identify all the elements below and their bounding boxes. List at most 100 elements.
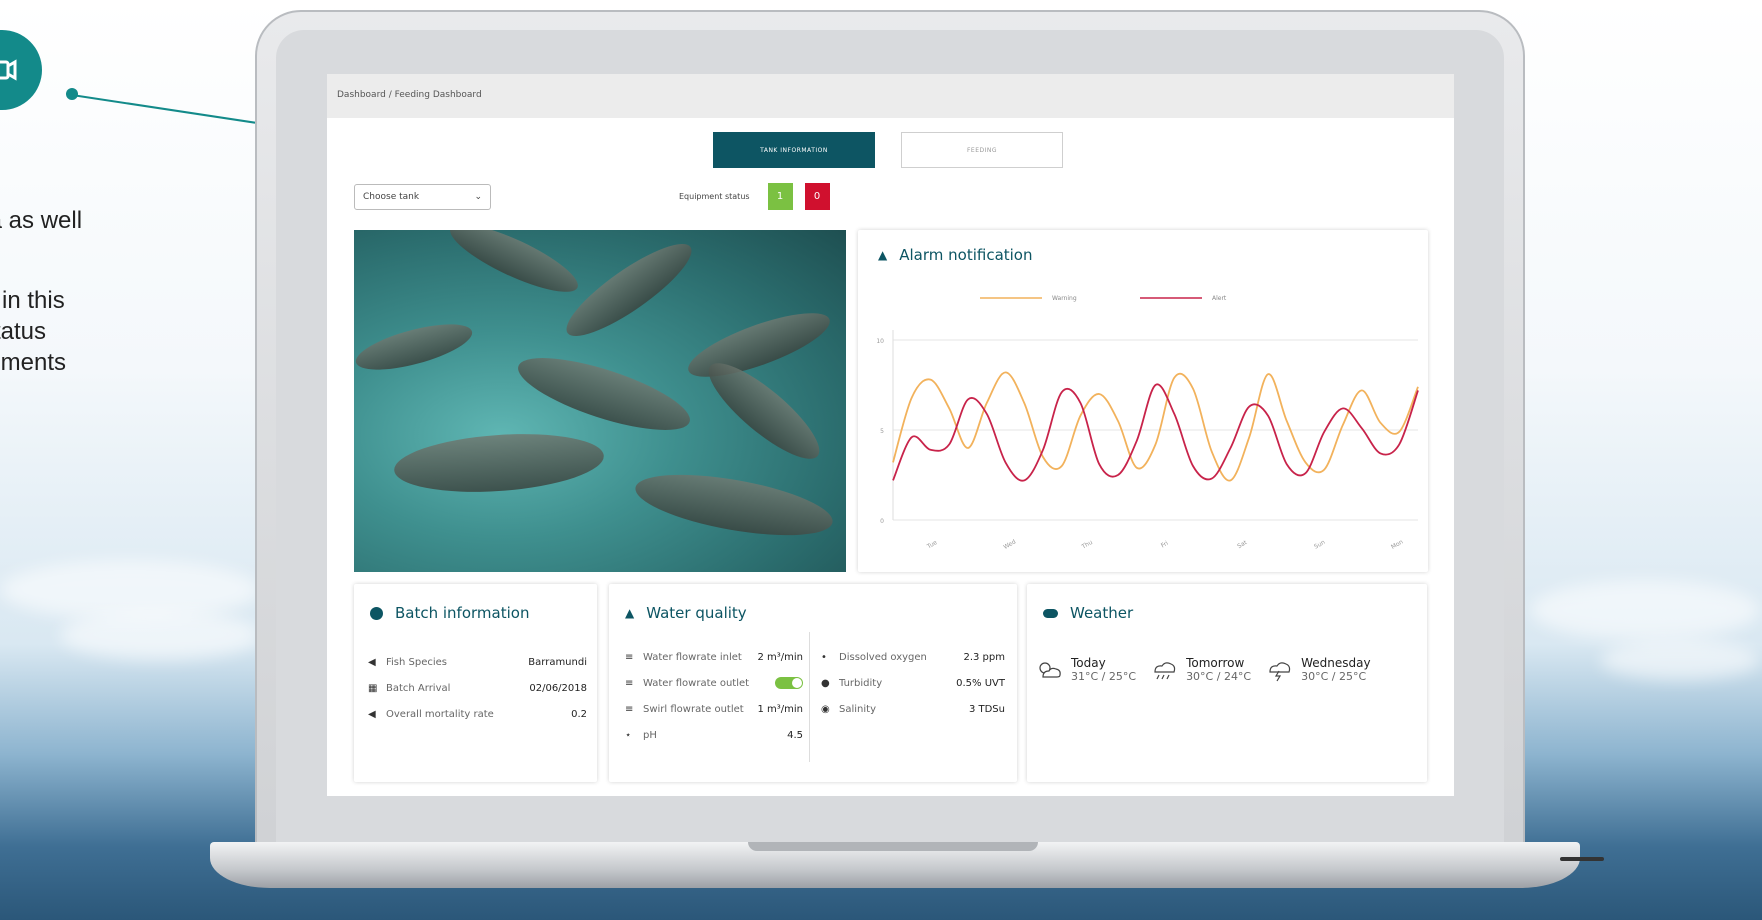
x-tick-label: Sat — [1236, 539, 1249, 550]
x-tick-label: Thu — [1080, 539, 1094, 551]
water-row: ≡ Swirl flowrate outlet 1 m³/min — [625, 696, 803, 722]
cloud — [1600, 640, 1760, 680]
weather-day-temp: 31°C / 25°C — [1071, 670, 1137, 683]
batch-title-text: Batch information — [395, 604, 530, 622]
tank-select[interactable]: Choose tank ⌄ — [354, 184, 491, 210]
chevron-down-icon: ⌄ — [474, 192, 482, 202]
weather-day-name: Tomorrow — [1186, 656, 1245, 670]
tab-tank-information[interactable]: TANK INFORMATION — [713, 132, 875, 168]
water-row-label: pH — [643, 729, 657, 741]
batch-card: Batch information ◀ Fish Species Barramu… — [354, 584, 597, 782]
fish-shape — [681, 300, 837, 390]
annotation-line-text: status — [0, 318, 47, 345]
bell-icon: ▲ — [878, 248, 888, 262]
batch-row: ◀ Fish Species Barramundi — [368, 649, 587, 675]
batch-row-label: Fish Species — [386, 656, 448, 668]
water-row: • Dissolved oxygen 2.3 ppm — [821, 644, 1005, 670]
water-drop-icon: ▲ — [625, 606, 635, 620]
alarm-chart: 10 5 0 Tue Wed Thu Fri Sat Sun Mon Warning Alert — [876, 295, 1419, 551]
equipment-fault-badge[interactable]: 0 — [804, 183, 830, 210]
annotation-text: ta as well k d in this status lements — [0, 205, 160, 378]
water-quality-card: ▲ Water quality ≡ Water flowrate inlet 2… — [609, 584, 1017, 782]
batch-row-label: Overall mortality rate — [386, 708, 494, 720]
tab-bar: TANK INFORMATION FEEDING — [713, 132, 1063, 168]
cloud — [60, 610, 260, 660]
alarm-title-text: Alarm notification — [899, 246, 1033, 264]
alarm-title: ▲ Alarm notification — [878, 246, 1033, 264]
breadcrumb[interactable]: Dashboard / Feeding Dashboard — [327, 74, 1454, 118]
y-tick-label: 0 — [880, 518, 884, 525]
water-row-value: 0.5% UVT — [956, 677, 1005, 689]
legend-label: Warning — [1052, 295, 1077, 302]
x-tick-label: Fri — [1160, 540, 1170, 550]
fish-icon: ◀ — [368, 656, 376, 668]
weather-day-temp: 30°C / 25°C — [1301, 670, 1367, 683]
water-row: ≡ Water flowrate outlet — [625, 670, 803, 696]
laptop-notch — [748, 842, 1038, 851]
batch-row-label: Batch Arrival — [386, 682, 451, 694]
tab-feeding[interactable]: FEEDING — [901, 132, 1063, 168]
batch-row-value: 02/06/2018 — [529, 682, 587, 694]
info-icon — [370, 606, 383, 620]
water-row: ⋆ pH 4.5 — [625, 722, 803, 748]
x-tick-label: Tue — [925, 539, 939, 551]
water-row-label: Salinity — [839, 703, 876, 715]
weather-day: Tomorrow 30°C / 24°C — [1150, 656, 1251, 683]
calendar-icon: ▦ — [368, 682, 378, 694]
weather-title: Weather — [1043, 604, 1133, 622]
series-line-warning — [892, 371, 1419, 482]
salinity-icon: ◉ — [821, 703, 830, 715]
water-row-label: Water flowrate inlet — [643, 651, 742, 663]
partly-cloudy-icon — [1039, 661, 1061, 678]
fish-icon: ◀ — [368, 708, 376, 720]
water-row-value: 3 TDSu — [968, 703, 1005, 715]
water-title-text: Water quality — [646, 604, 747, 622]
water-left-column: ≡ Water flowrate inlet 2 m³/min ≡ Water … — [625, 644, 803, 748]
legend-label: Alert — [1212, 295, 1227, 302]
weather-day-name: Wednesday — [1301, 656, 1371, 670]
fish-shape — [442, 230, 586, 304]
fish-shape — [392, 427, 606, 499]
equipment-status: Equipment status 1 0 — [679, 183, 830, 210]
weather-card: Weather Today 31°C / 25°C Tomorrow 30°C … — [1027, 584, 1427, 782]
x-tick-label: Mon — [1390, 538, 1405, 550]
oxygen-icon: • — [821, 651, 827, 663]
weather-days: Today 31°C / 25°C Tomorrow 30°C / 24°C W… — [1037, 656, 1371, 683]
fish-shape — [631, 463, 837, 547]
divider — [809, 632, 810, 762]
weather-day-temp: 30°C / 24°C — [1186, 670, 1252, 683]
annotation-line-text: ta as well — [0, 207, 83, 234]
rain-icon — [1154, 661, 1176, 679]
equipment-status-label: Equipment status — [679, 192, 750, 201]
weather-day-name: Today — [1071, 656, 1106, 670]
tank-camera-feed[interactable] — [354, 230, 846, 572]
alarm-card: 10 5 0 Tue Wed Thu Fri Sat Sun Mon Warning Alert ▲ … — [858, 230, 1428, 572]
batch-title: Batch information — [370, 604, 529, 622]
cloud — [1530, 580, 1760, 640]
y-tick-label: 5 — [880, 428, 884, 435]
x-tick-label: Wed — [1002, 538, 1017, 551]
batch-row: ◀ Overall mortality rate 0.2 — [368, 701, 587, 727]
outlet-toggle[interactable] — [775, 677, 803, 689]
water-row-label: Dissolved oxygen — [839, 651, 927, 663]
batch-row-value: 0.2 — [571, 708, 587, 720]
water-row: ◉ Salinity 3 TDSu — [821, 696, 1005, 722]
x-tick-label: Sun — [1313, 539, 1327, 551]
annotation-line-text: k — [0, 236, 160, 267]
water-row: ≡ Water flowrate inlet 2 m³/min — [625, 644, 803, 670]
flow-icon: ≡ — [625, 703, 634, 715]
water-right-column: • Dissolved oxygen 2.3 ppm ● Turbidity 0… — [821, 644, 1005, 722]
water-row-label: Turbidity — [839, 677, 883, 689]
weather-title-text: Weather — [1070, 604, 1134, 622]
cloud-icon — [1043, 608, 1058, 618]
turbidity-icon: ● — [821, 677, 830, 689]
equipment-ok-badge[interactable]: 1 — [767, 183, 793, 210]
batch-row-value: Barramundi — [528, 656, 587, 668]
tank-select-value: Choose tank — [363, 192, 420, 202]
annotation-video-icon — [0, 30, 42, 110]
annotation-line-text: d in this — [0, 287, 65, 314]
flow-icon: ≡ — [625, 651, 634, 663]
water-row-label: Swirl flowrate outlet — [643, 703, 744, 715]
water-row-label: Water flowrate outlet — [643, 677, 750, 689]
fish-shape — [696, 349, 832, 473]
